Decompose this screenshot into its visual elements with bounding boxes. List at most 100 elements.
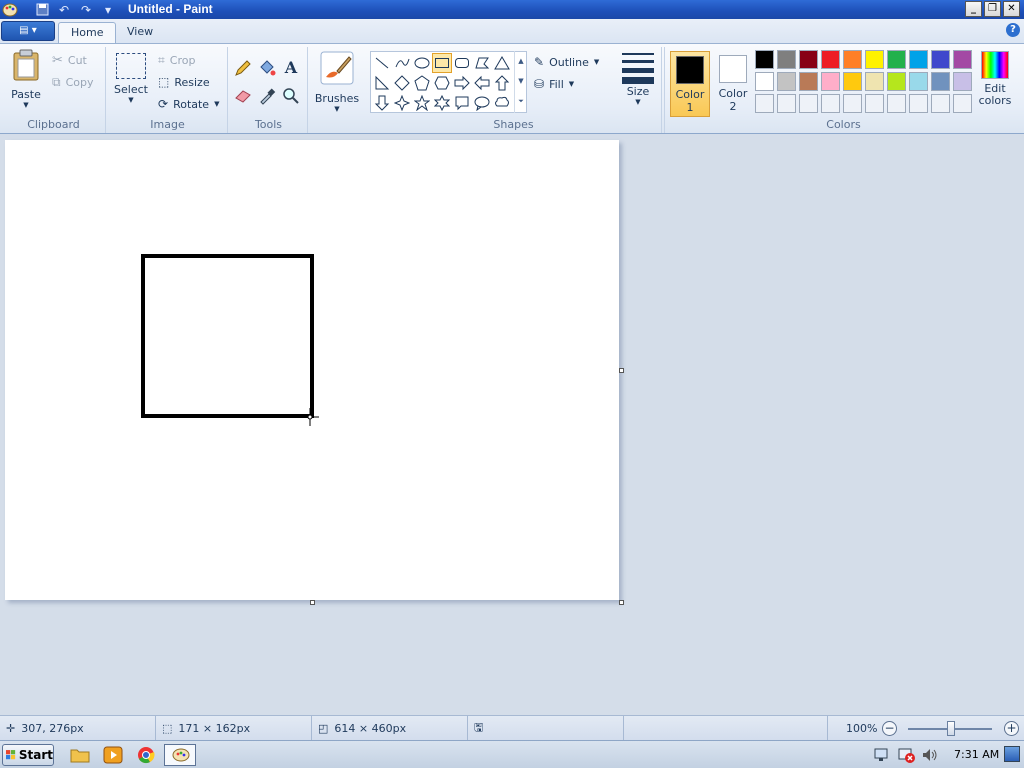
palette-color-swatch[interactable] <box>953 72 972 91</box>
palette-color-swatch[interactable] <box>843 50 862 69</box>
line-shape-icon[interactable] <box>372 53 392 73</box>
network-tray-icon[interactable] <box>872 746 892 764</box>
rotate-button[interactable]: ⟳ Rotate ▼ <box>158 95 219 113</box>
paint-app-icon[interactable] <box>2 1 18 17</box>
edit-colors-button[interactable]: Edit colors <box>973 51 1017 107</box>
eraser-icon[interactable] <box>232 85 254 106</box>
application-menu-button[interactable]: ▤ ▾ <box>1 21 55 41</box>
palette-color-swatch[interactable] <box>953 50 972 69</box>
palette-color-swatch[interactable] <box>799 50 818 69</box>
palette-color-swatch[interactable] <box>777 50 796 69</box>
paste-button[interactable]: Paste ▼ <box>8 49 44 109</box>
palette-color-swatch[interactable] <box>887 50 906 69</box>
restore-button[interactable]: ❐ <box>984 1 1001 17</box>
hexagon-shape-icon[interactable] <box>432 73 452 93</box>
palette-empty-slot[interactable] <box>931 94 950 113</box>
palette-empty-slot[interactable] <box>755 94 774 113</box>
resize-button[interactable]: ⬚ Resize <box>158 73 210 91</box>
canvas-resize-handle-right[interactable] <box>619 368 624 373</box>
zoom-in-button[interactable]: + <box>1004 721 1019 736</box>
redo-icon[interactable]: ↷ <box>78 2 94 17</box>
drawn-rectangle[interactable] <box>141 254 314 418</box>
brushes-dropdown-icon[interactable]: ▼ <box>314 105 360 113</box>
down-arrow-shape-icon[interactable] <box>372 93 392 113</box>
shapes-scroll-down-icon[interactable]: ▼ <box>515 71 527 91</box>
drawing-canvas[interactable] <box>5 140 619 600</box>
undo-icon[interactable]: ↶ <box>56 2 72 17</box>
taskbar-paint-button[interactable] <box>164 744 196 766</box>
palette-color-swatch[interactable] <box>843 72 862 91</box>
text-icon[interactable]: A <box>280 57 302 78</box>
palette-empty-slot[interactable] <box>777 94 796 113</box>
cloud-callout-shape-icon[interactable] <box>492 93 512 113</box>
brushes-button[interactable]: Brushes ▼ <box>314 51 360 113</box>
action-center-alert-icon[interactable] <box>897 746 917 764</box>
rotate-dropdown-icon[interactable]: ▼ <box>214 100 219 108</box>
four-point-star-shape-icon[interactable] <box>392 93 412 113</box>
minimize-button[interactable]: _ <box>965 1 982 17</box>
copy-button[interactable]: ⧉ Copy <box>52 73 93 91</box>
five-point-star-shape-icon[interactable] <box>412 93 432 113</box>
canvas-resize-handle-corner[interactable] <box>619 600 624 605</box>
palette-color-swatch[interactable] <box>755 72 774 91</box>
right-triangle-shape-icon[interactable] <box>372 73 392 93</box>
shapes-scroll-up-icon[interactable]: ▲ <box>515 51 527 71</box>
media-player-icon[interactable] <box>103 746 123 764</box>
tab-view[interactable]: View <box>115 22 165 43</box>
palette-color-swatch[interactable] <box>931 72 950 91</box>
left-arrow-shape-icon[interactable] <box>472 73 492 93</box>
rectangle-shape-icon[interactable] <box>432 53 452 73</box>
volume-icon[interactable] <box>920 746 940 764</box>
right-arrow-shape-icon[interactable] <box>452 73 472 93</box>
six-point-star-shape-icon[interactable] <box>432 93 452 113</box>
help-icon[interactable]: ? <box>1006 23 1020 37</box>
palette-empty-slot[interactable] <box>865 94 884 113</box>
palette-empty-slot[interactable] <box>843 94 862 113</box>
pencil-icon[interactable] <box>232 57 254 78</box>
curve-shape-icon[interactable] <box>392 53 412 73</box>
fill-bucket-icon[interactable] <box>256 57 278 78</box>
polygon-shape-icon[interactable] <box>472 53 492 73</box>
palette-empty-slot[interactable] <box>821 94 840 113</box>
start-button[interactable]: Start <box>2 744 54 766</box>
pentagon-shape-icon[interactable] <box>412 73 432 93</box>
cut-button[interactable]: ✂ Cut <box>52 51 87 69</box>
palette-color-swatch[interactable] <box>909 50 928 69</box>
color-picker-icon[interactable] <box>256 85 278 106</box>
zoom-slider-thumb[interactable] <box>947 721 955 736</box>
magnifier-icon[interactable] <box>280 85 302 106</box>
palette-color-swatch[interactable] <box>821 50 840 69</box>
shapes-expand-icon[interactable]: ⏷ <box>515 91 527 111</box>
file-explorer-icon[interactable] <box>70 746 90 764</box>
palette-empty-slot[interactable] <box>953 94 972 113</box>
triangle-shape-icon[interactable] <box>492 53 512 73</box>
customize-qat-chevron-icon[interactable]: ▾ <box>100 2 116 17</box>
diamond-shape-icon[interactable] <box>392 73 412 93</box>
palette-color-swatch[interactable] <box>755 50 774 69</box>
palette-empty-slot[interactable] <box>799 94 818 113</box>
paste-dropdown-icon[interactable]: ▼ <box>8 101 44 109</box>
clock[interactable]: 7:31 AM <box>954 748 999 761</box>
close-button[interactable]: ✕ <box>1003 1 1020 17</box>
palette-color-swatch[interactable] <box>799 72 818 91</box>
canvas-resize-handle-bottom[interactable] <box>310 600 315 605</box>
up-arrow-shape-icon[interactable] <box>492 73 512 93</box>
zoom-out-button[interactable]: − <box>882 721 897 736</box>
rounded-rectangle-shape-icon[interactable] <box>452 53 472 73</box>
palette-color-swatch[interactable] <box>821 72 840 91</box>
rounded-callout-shape-icon[interactable] <box>452 93 472 113</box>
palette-color-swatch[interactable] <box>931 50 950 69</box>
oval-callout-shape-icon[interactable] <box>472 93 492 113</box>
palette-color-swatch[interactable] <box>887 72 906 91</box>
chrome-icon[interactable] <box>136 746 156 764</box>
show-desktop-button[interactable] <box>1004 746 1020 762</box>
oval-shape-icon[interactable] <box>412 53 432 73</box>
palette-empty-slot[interactable] <box>909 94 928 113</box>
crop-button[interactable]: ⌗ Crop <box>158 51 195 69</box>
outline-button[interactable]: ✎ Outline ▼ <box>534 53 599 71</box>
color1-button[interactable]: Color 1 <box>670 51 710 117</box>
palette-color-swatch[interactable] <box>777 72 796 91</box>
save-icon[interactable] <box>34 2 50 17</box>
palette-color-swatch[interactable] <box>909 72 928 91</box>
fill-button[interactable]: ⛁ Fill ▼ <box>534 75 574 93</box>
